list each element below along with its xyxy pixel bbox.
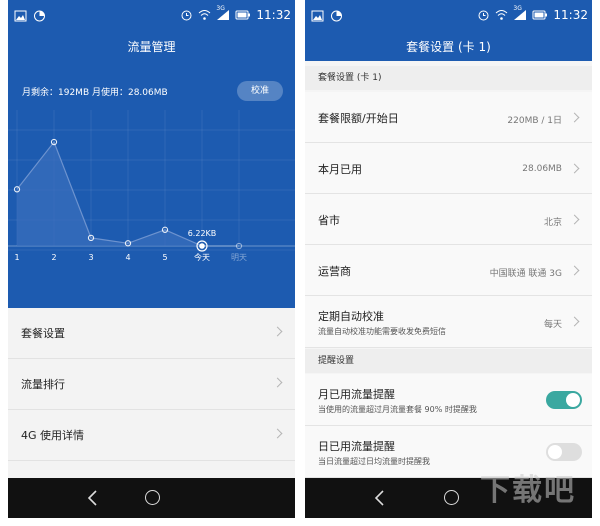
usage-area bbox=[17, 142, 202, 246]
row-value: 28.06MB bbox=[522, 164, 562, 174]
x-tick-label: 5 bbox=[162, 253, 167, 262]
x-tick-label: 2 bbox=[51, 253, 56, 262]
chevron-right-icon bbox=[272, 326, 283, 337]
alarm-icon bbox=[478, 10, 489, 21]
wifi-icon bbox=[496, 10, 508, 20]
x-tick-label: 3 bbox=[88, 253, 93, 262]
image-icon bbox=[311, 10, 324, 22]
row-value: 每天 bbox=[543, 320, 562, 330]
menu-item-traffic-ranking[interactable]: 流量排行 bbox=[8, 359, 295, 410]
chevron-right-icon bbox=[272, 377, 283, 388]
signal-icon: 3G bbox=[216, 5, 230, 21]
data-saver-icon bbox=[331, 10, 342, 22]
row-description: 当使用的流量超过月流量套餐 90% 时提醒我 bbox=[318, 405, 477, 414]
battery-icon bbox=[235, 10, 251, 20]
watermark: 下载吧 bbox=[480, 473, 576, 508]
network-type-label: 3G bbox=[216, 5, 225, 12]
plan-settings-screen: 3G 11:32 套餐设置 (卡 1) 套餐设置 (卡 1) 套餐限额/开始日 … bbox=[305, 0, 592, 526]
navigation-bar bbox=[8, 478, 295, 518]
home-icon[interactable] bbox=[444, 490, 459, 505]
x-tick-label: 1 bbox=[14, 253, 19, 262]
row-label: 日已用流量提醒 bbox=[318, 440, 395, 453]
daily-reminder-toggle[interactable] bbox=[546, 443, 582, 461]
chevron-right-icon bbox=[569, 265, 580, 276]
alarm-icon bbox=[181, 10, 192, 21]
section-header: 提醒设置 bbox=[305, 349, 592, 373]
settings-menu: 套餐设置 流量排行 4G 使用详情 bbox=[8, 308, 295, 461]
signal-icon: 3G bbox=[513, 5, 527, 21]
menu-item-label: 4G 使用详情 bbox=[21, 429, 85, 442]
page-title: 流量管理 bbox=[127, 40, 176, 54]
row-province[interactable]: 省市 北京 bbox=[305, 194, 592, 245]
row-label: 运营商 bbox=[318, 265, 351, 278]
clock: 11:32 bbox=[256, 8, 291, 22]
wifi-icon bbox=[199, 10, 211, 20]
traffic-management-screen: 3G 11:32 流量管理 月剩余：192MB 月使用：28.06MB 校准 6… bbox=[8, 0, 295, 526]
row-auto-calibrate[interactable]: 定期自动校准 流量自动校准功能需要收发免费短信 每天 bbox=[305, 296, 592, 348]
menu-item-label: 套餐设置 bbox=[21, 327, 65, 340]
row-monthly-reminder: 月已用流量提醒 当使用的流量超过月流量套餐 90% 时提醒我 bbox=[305, 374, 592, 426]
page-title: 套餐设置 (卡 1) bbox=[406, 40, 491, 54]
usage-chart: 6.22KB 1 2 3 4 5 今天 明天 bbox=[8, 110, 295, 262]
battery-icon bbox=[532, 10, 548, 20]
row-description: 流量自动校准功能需要收发免费短信 bbox=[318, 327, 446, 336]
x-tick-label: 今天 bbox=[194, 252, 210, 262]
data-saver-icon bbox=[34, 10, 45, 22]
section-header: 套餐设置 (卡 1) bbox=[305, 66, 592, 90]
row-value: 220MB / 1日 bbox=[507, 116, 562, 126]
chevron-right-icon bbox=[569, 316, 580, 327]
row-label: 套餐限额/开始日 bbox=[318, 112, 399, 125]
calibrate-button[interactable]: 校准 bbox=[237, 81, 283, 101]
menu-item-label: 流量排行 bbox=[21, 378, 65, 391]
back-icon[interactable] bbox=[85, 488, 99, 508]
chevron-right-icon bbox=[569, 112, 580, 123]
chevron-right-icon bbox=[569, 163, 580, 174]
bottom-margin bbox=[8, 518, 295, 526]
menu-item-plan-settings[interactable]: 套餐设置 bbox=[8, 308, 295, 359]
row-label: 省市 bbox=[318, 214, 340, 227]
row-label: 本月已用 bbox=[318, 163, 362, 176]
data-point bbox=[199, 243, 205, 249]
row-used-this-month[interactable]: 本月已用 28.06MB bbox=[305, 143, 592, 194]
back-icon[interactable] bbox=[372, 488, 386, 508]
usage-summary: 月剩余：192MB 月使用：28.06MB bbox=[22, 88, 168, 98]
row-value: 北京 bbox=[543, 218, 562, 228]
row-carrier[interactable]: 运营商 中国联通 联通 3G bbox=[305, 245, 592, 296]
x-tick-label: 明天 bbox=[231, 253, 247, 262]
row-description: 当日流量超过日均流量时提醒我 bbox=[318, 457, 430, 466]
row-label: 定期自动校准 bbox=[318, 310, 384, 323]
menu-item-4g-details[interactable]: 4G 使用详情 bbox=[8, 410, 295, 461]
row-label: 月已用流量提醒 bbox=[318, 388, 395, 401]
chevron-right-icon bbox=[272, 428, 283, 439]
x-tick-label: 4 bbox=[125, 253, 130, 262]
bottom-margin bbox=[305, 518, 592, 526]
row-plan-limit[interactable]: 套餐限额/开始日 220MB / 1日 bbox=[305, 92, 592, 143]
row-value: 中国联通 联通 3G bbox=[489, 269, 562, 279]
image-icon bbox=[14, 10, 27, 22]
data-label: 6.22KB bbox=[188, 229, 217, 238]
monthly-reminder-toggle[interactable] bbox=[546, 391, 582, 409]
home-icon[interactable] bbox=[145, 490, 160, 505]
network-type-label: 3G bbox=[513, 5, 522, 12]
chevron-right-icon bbox=[569, 214, 580, 225]
status-bar: 3G 11:32 bbox=[8, 0, 295, 33]
clock: 11:32 bbox=[553, 8, 588, 22]
status-bar: 3G 11:32 bbox=[305, 0, 592, 33]
